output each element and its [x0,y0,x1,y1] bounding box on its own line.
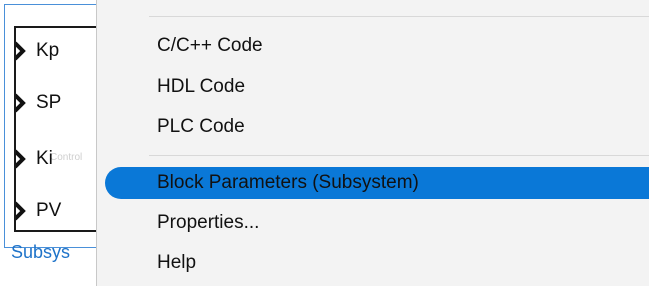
menu-item-plc-code[interactable]: PLC Code [105,111,649,143]
input-port-kp[interactable] [16,40,38,62]
port-arrow-icon [16,41,26,61]
menu-item-block-parameters[interactable]: Block Parameters (Subsystem) [105,167,649,199]
menu-item-hdl-code[interactable]: HDL Code [105,71,649,103]
menu-item-help[interactable]: Help [105,247,649,279]
port-label-pv: PV [36,200,62,221]
menu-item-properties[interactable]: Properties... [105,207,649,239]
subsystem-block[interactable]: Kp SP Control N Ki PV [14,26,119,232]
port-label-sp: SP [36,92,62,113]
port-arrow-icon [16,201,26,221]
model-canvas: Kp SP Control N Ki PV Subsys C/C++ Code … [0,0,649,286]
input-port-sp[interactable] [16,92,38,114]
block-name-label[interactable]: Subsys [11,242,70,263]
port-label-kp: Kp [36,40,60,61]
port-label-ki: Ki [36,148,53,169]
port-arrow-icon [16,149,26,169]
menu-item-c-cpp-code[interactable]: C/C++ Code [105,30,649,62]
input-port-ki[interactable] [16,148,38,170]
block-internal-label: Control [50,152,83,163]
input-port-pv[interactable] [16,200,38,222]
context-menu: C/C++ Code HDL Code PLC Code Block Param… [96,0,649,286]
menu-separator [149,16,649,17]
menu-separator [149,155,649,156]
port-arrow-icon [16,93,26,113]
